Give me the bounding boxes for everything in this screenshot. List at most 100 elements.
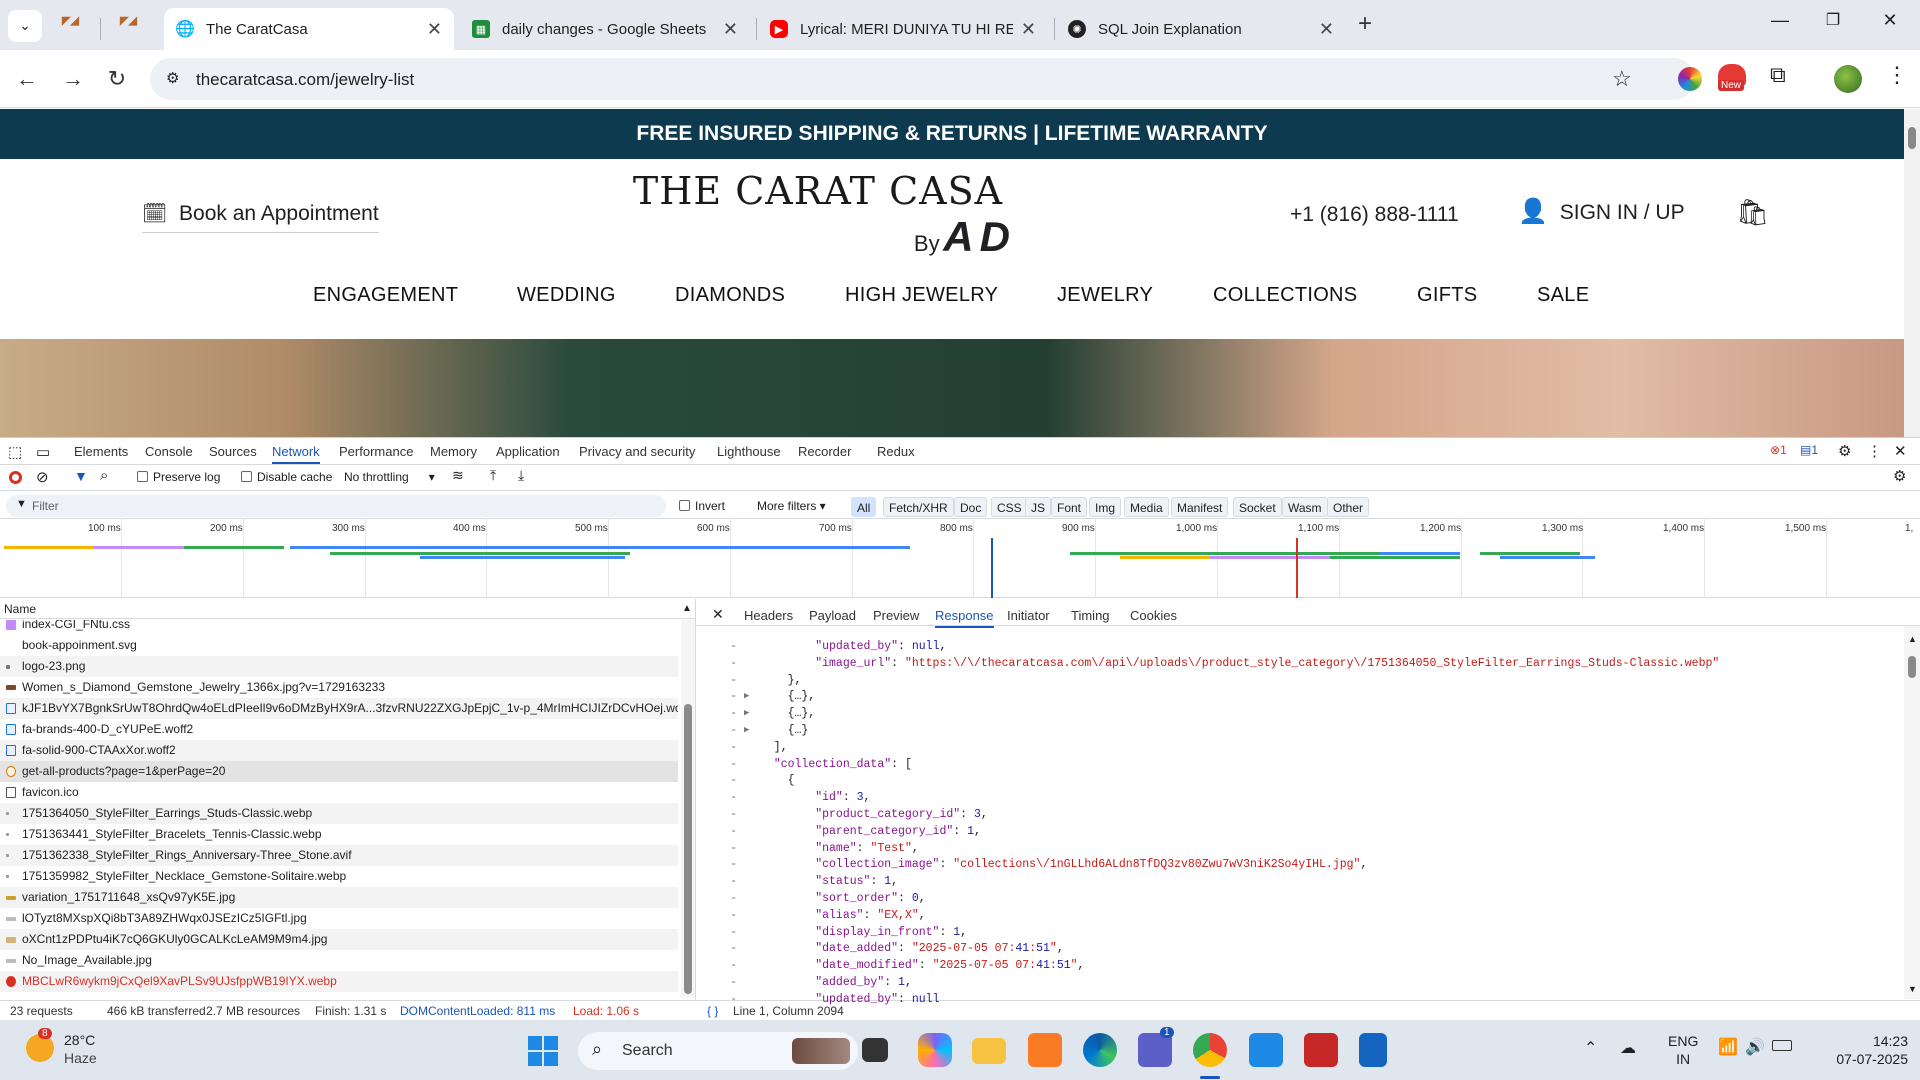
clock[interactable]: 14:23 07-07-2025 <box>1826 1032 1908 1068</box>
record-icon[interactable] <box>9 471 22 484</box>
close-tab-icon[interactable]: ✕ <box>723 19 738 40</box>
nav-jewelry[interactable]: JEWELRY <box>1057 284 1153 307</box>
copilot-icon[interactable] <box>918 1033 952 1067</box>
disable-cache-checkbox[interactable]: Disable cache <box>241 470 332 484</box>
tab-chatgpt[interactable]: ✺ SQL Join Explanation ✕ <box>1056 8 1346 50</box>
battery-icon[interactable] <box>1772 1040 1792 1051</box>
language-indicator[interactable]: ENG IN <box>1668 1032 1698 1068</box>
filter-other[interactable]: Other <box>1327 497 1370 517</box>
throttling-select[interactable]: No throttling ▾ <box>344 470 435 484</box>
devtools-tab-elements[interactable]: Elements <box>74 444 128 459</box>
request-row[interactable]: book-appoinment.svg <box>0 635 678 656</box>
detail-tab-cookies[interactable]: Cookies <box>1130 608 1177 623</box>
notepad-icon[interactable] <box>1359 1033 1387 1067</box>
devtools-tab-network[interactable]: Network <box>272 444 320 464</box>
filter-js[interactable]: JS <box>1025 497 1052 517</box>
tab-search-button[interactable]: ⌄ <box>8 10 42 42</box>
request-row[interactable]: variation_1751711648_xsQv97yK5E.jpg <box>0 887 678 908</box>
message-count-badge[interactable]: ▤1 <box>1800 443 1818 457</box>
request-row[interactable]: 1751364050_StyleFilter_Earrings_Studs-Cl… <box>0 803 678 824</box>
request-row[interactable]: favicon.ico <box>0 782 678 803</box>
site-logo[interactable]: THE CARAT CASA By A D <box>628 169 1010 279</box>
filter-socket[interactable]: Socket <box>1233 497 1282 517</box>
nav-gifts[interactable]: GIFTS <box>1417 284 1477 307</box>
devtools-tab-privacy[interactable]: Privacy and security <box>579 444 695 459</box>
request-row[interactable]: No_Image_Available.jpg <box>0 950 678 971</box>
volume-icon[interactable]: 🔊 <box>1745 1037 1765 1057</box>
close-devtools-icon[interactable]: ✕ <box>1894 442 1907 460</box>
book-appointment-link[interactable]: 🗓 Book an Appointment <box>142 201 379 233</box>
extension-color-icon[interactable] <box>1678 67 1702 91</box>
import-har-icon[interactable]: ⤒ <box>490 467 496 484</box>
taskbar-search[interactable]: ⌕ Search <box>578 1032 858 1070</box>
pinned-tab-1[interactable]: ◤◢ <box>62 14 84 36</box>
new-tab-button[interactable]: + <box>1358 10 1372 38</box>
vscode-icon[interactable] <box>1249 1033 1283 1067</box>
extension-new-icon[interactable]: New <box>1718 64 1750 96</box>
request-row[interactable]: 1751363441_StyleFilter_Bracelets_Tennis-… <box>0 824 678 845</box>
site-info-icon[interactable]: ⚙ <box>166 69 179 87</box>
close-tab-icon[interactable]: ✕ <box>1319 19 1334 40</box>
detail-tab-preview[interactable]: Preview <box>873 608 919 623</box>
nav-sale[interactable]: SALE <box>1537 284 1589 307</box>
filter-media[interactable]: Media <box>1124 497 1169 517</box>
filter-wasm[interactable]: Wasm <box>1282 497 1328 517</box>
close-window-button[interactable]: ✕ <box>1870 10 1910 31</box>
expand-triangle-icon[interactable]: ▶ <box>744 705 749 722</box>
request-row[interactable]: Women_s_Diamond_Gemstone_Jewelry_1366x.j… <box>0 677 678 698</box>
xampp-icon[interactable] <box>1028 1033 1062 1067</box>
teams-icon[interactable]: 1 <box>1138 1027 1174 1067</box>
name-column-header[interactable]: Name <box>4 599 36 619</box>
address-bar[interactable]: ⚙ thecaratcasa.com/jewelry-list ☆ <box>150 58 1695 100</box>
invert-checkbox[interactable]: Invert <box>679 499 725 513</box>
requests-scrollbar[interactable] <box>681 620 695 998</box>
shopping-bag-icon[interactable]: 🛍 <box>1736 197 1769 228</box>
response-scrollbar[interactable]: ▲ ▼ <box>1904 626 1920 999</box>
request-row[interactable]: index-CGI_FNtu.css <box>0 620 678 635</box>
filter-all[interactable]: All <box>851 497 877 517</box>
file-explorer-icon[interactable] <box>972 1038 1006 1064</box>
nav-engagement[interactable]: ENGAGEMENT <box>313 284 458 307</box>
search-icon[interactable]: ⌕ <box>100 467 108 484</box>
filezilla-icon[interactable] <box>1304 1033 1338 1067</box>
devtools-tab-recorder[interactable]: Recorder <box>798 444 851 459</box>
filter-fetch-xhr[interactable]: Fetch/XHR <box>883 497 954 517</box>
restore-button[interactable]: ❐ <box>1813 10 1853 30</box>
filter-doc[interactable]: Doc <box>954 497 988 517</box>
pinned-tab-2[interactable]: ◤◢ <box>120 14 142 36</box>
task-view-icon[interactable] <box>862 1038 888 1062</box>
expand-triangle-icon[interactable]: ▶ <box>744 688 749 705</box>
profile-avatar[interactable] <box>1834 65 1862 93</box>
devtools-menu-icon[interactable]: ⋮ <box>1867 442 1882 460</box>
back-button[interactable]: ← <box>12 64 42 94</box>
preserve-log-checkbox[interactable]: Preserve log <box>137 470 220 484</box>
request-row[interactable]: 1751359982_StyleFilter_Necklace_Gemstone… <box>0 866 678 887</box>
devtools-tab-memory[interactable]: Memory <box>430 444 477 459</box>
tab-caratcasa[interactable]: 🌐 The CaratCasa ✕ <box>164 8 454 50</box>
filter-funnel-icon[interactable]: ▼ <box>74 468 88 484</box>
filter-input[interactable]: ▼ Filter <box>6 495 666 517</box>
chrome-icon[interactable] <box>1193 1033 1227 1067</box>
more-filters-dropdown[interactable]: More filters ▾ <box>757 499 826 513</box>
detail-tab-payload[interactable]: Payload <box>809 608 856 623</box>
minimize-button[interactable]: — <box>1760 10 1800 31</box>
phone-number[interactable]: +1 (816) 888-1111 <box>1290 203 1459 227</box>
start-button[interactable] <box>528 1036 558 1066</box>
forward-button[interactable]: → <box>58 64 88 94</box>
detail-tab-timing[interactable]: Timing <box>1071 608 1110 623</box>
page-scrollbar[interactable] <box>1904 109 1920 437</box>
detail-tab-headers[interactable]: Headers <box>744 608 793 623</box>
edge-icon[interactable] <box>1083 1033 1117 1067</box>
network-conditions-icon[interactable]: ≋ <box>452 467 464 484</box>
devtools-tab-performance[interactable]: Performance <box>339 444 413 459</box>
tray-chevron-icon[interactable]: ⌃ <box>1584 1038 1597 1058</box>
devtools-tab-redux[interactable]: Redux <box>877 444 915 459</box>
request-row[interactable]: get-all-products?page=1&perPage=20 <box>0 761 678 782</box>
filter-font[interactable]: Font <box>1051 497 1088 517</box>
filter-css[interactable]: CSS <box>991 497 1028 517</box>
error-count-badge[interactable]: ⊗1 <box>1770 443 1787 457</box>
nav-collections[interactable]: COLLECTIONS <box>1213 284 1357 307</box>
sign-in-link[interactable]: 👤 SIGN IN / UP <box>1518 197 1685 226</box>
export-har-icon[interactable]: ⤓ <box>518 467 524 484</box>
tab-youtube[interactable]: ▶ Lyrical: MERI DUNIYA TU HI RE ✕ <box>758 8 1048 50</box>
